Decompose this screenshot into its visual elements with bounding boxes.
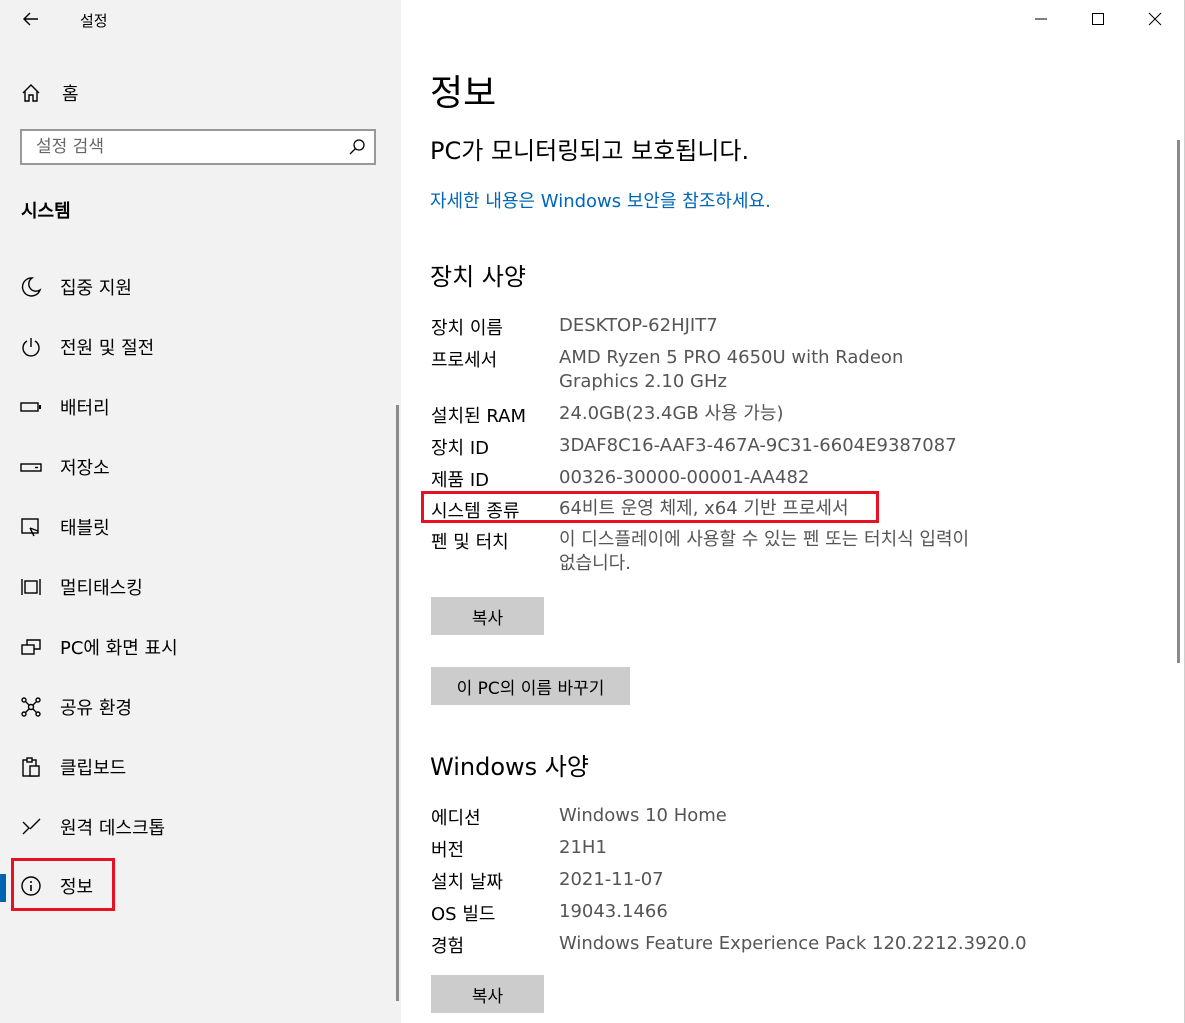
section-title: 시스템	[21, 201, 71, 222]
sidebar-item-label: PC에 화면 표시	[60, 638, 178, 659]
minimize-icon	[1035, 18, 1047, 20]
home-icon	[22, 84, 40, 102]
battery-icon	[19, 395, 43, 419]
spec-key: 에디션	[431, 808, 481, 829]
sidebar-item-remote-desktop[interactable]: 원격 데스크톱	[0, 803, 395, 851]
spec-value: AMD Ryzen 5 PRO 4650U with Radeon Graphi…	[559, 347, 904, 392]
multitasking-icon	[19, 575, 43, 599]
close-icon	[1148, 12, 1162, 26]
spec-value: 00326-30000-00001-AA482	[559, 467, 810, 488]
sidebar-item-label: 집중 지원	[60, 278, 132, 299]
spec-value: Windows 10 Home	[559, 805, 727, 826]
sidebar-item-project-to-pc[interactable]: PC에 화면 표시	[0, 623, 395, 671]
spec-key: 경험	[431, 936, 465, 957]
sidebar-item-label: 배터리	[60, 398, 110, 419]
clipboard-icon	[19, 755, 43, 779]
shared-experiences-icon	[19, 695, 43, 719]
spec-key: 펜 및 터치	[431, 532, 509, 553]
search-box[interactable]	[20, 129, 376, 165]
spec-key: OS 빌드	[431, 904, 496, 925]
spec-key: 제품 ID	[431, 470, 490, 491]
spec-value: DESKTOP-62HJIT7	[559, 315, 718, 336]
search-icon[interactable]	[348, 138, 366, 156]
sidebar-item-label: 홈	[62, 84, 79, 105]
sidebar-item-label: 공유 환경	[60, 698, 132, 719]
sidebar-item-label: 태블릿	[60, 518, 110, 539]
sidebar-item-focus-assist[interactable]: 집중 지원	[0, 263, 395, 311]
maximize-button[interactable]	[1083, 8, 1113, 34]
spec-value: 24.0GB(23.4GB 사용 가능)	[559, 403, 784, 424]
rename-pc-button[interactable]: 이 PC의 이름 바꾸기	[431, 667, 630, 705]
project-screen-icon	[19, 635, 43, 659]
sidebar-item-battery[interactable]: 배터리	[0, 383, 395, 431]
main-scrollbar[interactable]	[1177, 140, 1180, 663]
spec-value: 19043.1466	[559, 901, 668, 922]
search-input[interactable]	[22, 131, 336, 163]
spec-key: 설치된 RAM	[431, 406, 527, 427]
sidebar-item-clipboard[interactable]: 클립보드	[0, 743, 395, 791]
sidebar-item-label: 전원 및 절전	[60, 338, 155, 359]
spec-key: 장치 이름	[431, 318, 503, 339]
highlight-box	[11, 858, 115, 911]
sidebar-item-shared-experiences[interactable]: 공유 환경	[0, 683, 395, 731]
minimize-button[interactable]	[1026, 8, 1056, 34]
spec-key: 버전	[431, 840, 465, 861]
moon-icon	[19, 275, 43, 299]
spec-value: 21H1	[559, 837, 607, 858]
active-indicator	[0, 874, 6, 902]
power-icon	[19, 335, 43, 359]
device-specs-title: 장치 사양	[430, 263, 526, 291]
copy-windows-specs-button[interactable]: 복사	[431, 975, 544, 1013]
windows-security-link[interactable]: 자세한 내용은 Windows 보안을 참조하세요.	[430, 187, 771, 213]
app-title: 설정	[80, 12, 108, 30]
sidebar-item-label: 저장소	[60, 458, 110, 479]
sidebar-item-tablet[interactable]: 태블릿	[0, 503, 395, 551]
sidebar-item-home[interactable]: 홈	[20, 80, 79, 106]
protection-status: PC가 모니터링되고 보호됩니다.	[430, 137, 750, 165]
storage-drive-icon	[19, 455, 43, 479]
remote-desktop-icon	[19, 815, 43, 839]
tablet-icon	[19, 515, 43, 539]
copy-device-specs-button[interactable]: 복사	[431, 597, 544, 635]
sidebar-item-label: 클립보드	[60, 758, 127, 779]
spec-value: Windows Feature Experience Pack 120.2212…	[559, 933, 1027, 954]
spec-value: 3DAF8C16-AAF3-467A-9C31-6604E9387087	[559, 435, 957, 456]
title-bar: 설정	[0, 0, 401, 42]
sidebar: 설정 홈 시스템 집중 지원 전원 및 절전 배터리 저장소 태블릿 멀티태스킹…	[0, 0, 401, 1023]
sidebar-item-label: 원격 데스크톱	[60, 818, 166, 839]
sidebar-item-power[interactable]: 전원 및 절전	[0, 323, 395, 371]
arrow-left-icon	[23, 12, 38, 26]
sidebar-item-multitasking[interactable]: 멀티태스킹	[0, 563, 395, 611]
maximize-icon	[1092, 13, 1104, 25]
spec-key: 프로세서	[431, 350, 498, 371]
spec-key: 장치 ID	[431, 438, 490, 459]
spec-value: 이 디스플레이에 사용할 수 있는 펜 또는 터치식 입력이 없습니다.	[559, 529, 970, 574]
back-button[interactable]	[18, 8, 44, 34]
sidebar-item-label: 멀티태스킹	[60, 578, 143, 599]
spec-value: 2021-11-07	[559, 869, 664, 890]
page-title: 정보	[430, 73, 497, 114]
sidebar-item-storage[interactable]: 저장소	[0, 443, 395, 491]
close-button[interactable]	[1140, 8, 1170, 34]
sidebar-scrollbar[interactable]	[396, 405, 399, 1001]
spec-key: 설치 날짜	[431, 872, 503, 893]
highlight-box	[421, 491, 879, 523]
windows-specs-title: Windows 사양	[430, 753, 589, 781]
